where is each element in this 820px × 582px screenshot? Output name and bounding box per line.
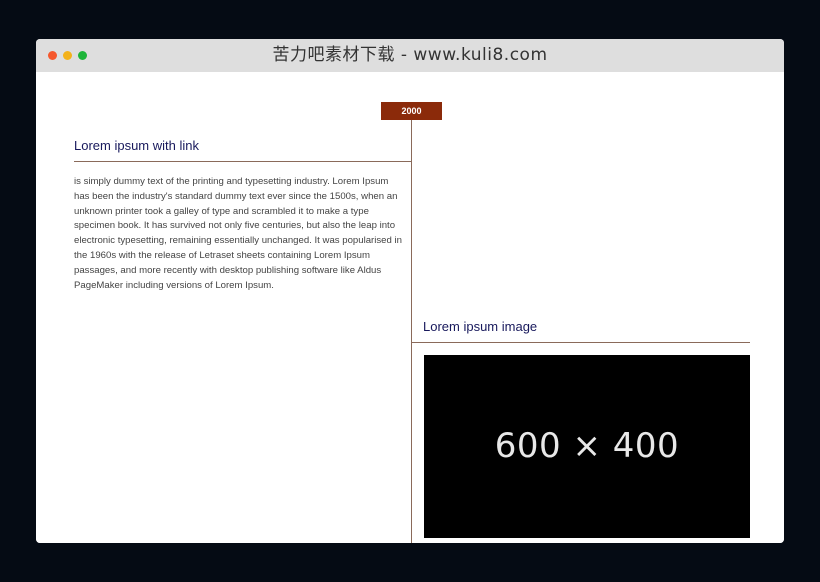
window-titlebar: 苦力吧素材下载 - www.kuli8.com <box>36 39 784 72</box>
browser-window: 苦力吧素材下载 - www.kuli8.com 2000 Lorem ipsum… <box>36 39 784 543</box>
year-badge: 2000 <box>381 102 442 120</box>
timeline-axis <box>411 120 412 543</box>
placeholder-image-label: 600 × 400 <box>494 426 680 466</box>
placeholder-image: 600 × 400 <box>424 355 750 538</box>
timeline-content: 2000 Lorem ipsum with link is simply dum… <box>36 72 784 543</box>
entry-divider <box>412 342 750 343</box>
entry-body-text: is simply dummy text of the printing and… <box>74 176 402 291</box>
entry-divider <box>74 161 412 162</box>
window-title: 苦力吧素材下载 - www.kuli8.com <box>272 45 548 65</box>
entry-title-link[interactable]: Lorem ipsum with link <box>74 138 199 153</box>
entry-title: Lorem ipsum image <box>423 319 538 334</box>
